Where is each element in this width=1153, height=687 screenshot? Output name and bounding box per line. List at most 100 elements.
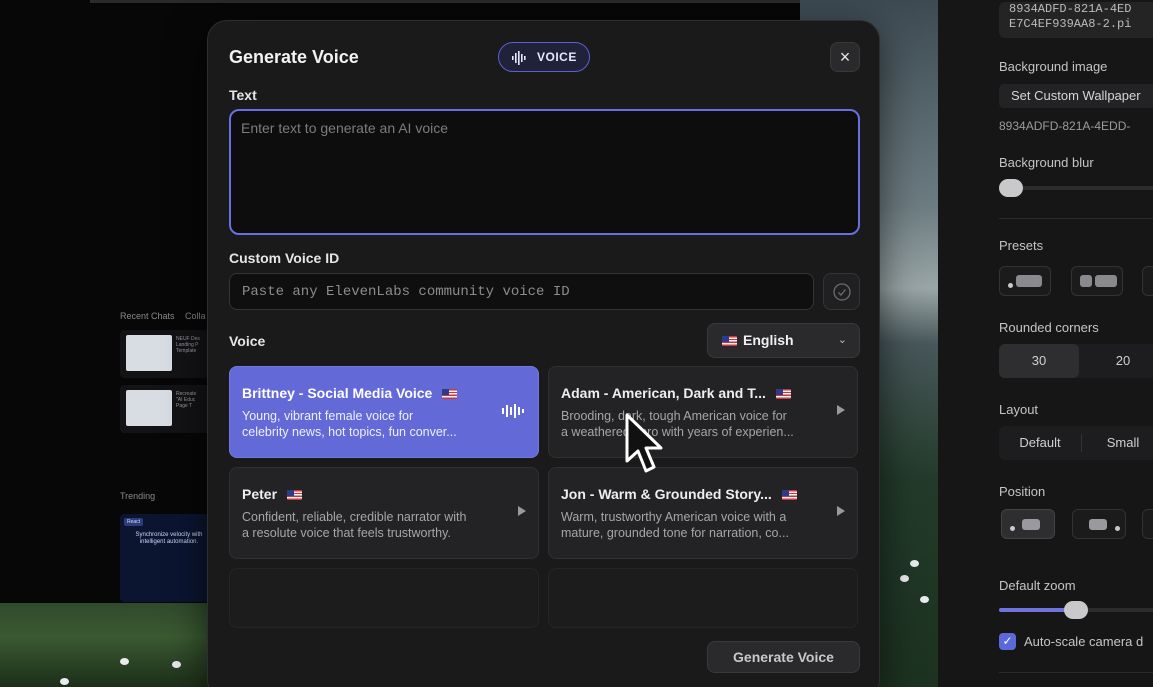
layout-control: Default Small: [999, 426, 1153, 460]
voice-name: Brittney - Social Media Voice: [242, 385, 463, 401]
voice-card-placeholder: [229, 568, 539, 628]
recent-chat-item[interactable]: NEUF Des Landing P Template: [120, 330, 220, 378]
preset-option[interactable]: [1142, 266, 1153, 296]
divider: [999, 672, 1153, 673]
position-bottom-right[interactable]: [1142, 509, 1153, 539]
file-path: 8934ADFD-821A-4ED E7C4EF939AA8-2.pi: [999, 2, 1153, 38]
us-flag-icon: [722, 336, 737, 347]
trend-badge: React: [124, 518, 144, 526]
voice-description: Brooding, dark, tough American voice for…: [561, 409, 794, 439]
flower-decoration: [920, 596, 929, 603]
flower-decoration: [60, 678, 69, 685]
voice-card-jon[interactable]: Jon - Warm & Grounded Story... Warm, tru…: [548, 467, 858, 559]
settings-sidebar: 8934ADFD-821A-4ED E7C4EF939AA8-2.pi Back…: [938, 0, 1153, 687]
file-path-line-2: E7C4EF939AA8-2.pi: [1009, 17, 1132, 31]
layout-label: Layout: [999, 402, 1039, 417]
trending-label: Trending: [120, 491, 156, 501]
us-flag-icon: [781, 490, 797, 501]
chat-thumbnail: [126, 390, 172, 426]
trending-card[interactable]: React Synchronize velocity with intellig…: [120, 514, 210, 602]
play-icon[interactable]: [837, 405, 845, 415]
voice-card-peter[interactable]: Peter Confident, reliable, credible narr…: [229, 467, 539, 559]
file-path-line-1: 8934ADFD-821A-4ED: [1009, 2, 1132, 16]
rounded-corners-control: 30 20: [999, 344, 1153, 378]
preset-bar: [1080, 275, 1092, 287]
voice-card-adam[interactable]: Adam - American, Dark and T... Brooding,…: [548, 366, 858, 458]
mouse-cursor-icon: [625, 413, 663, 473]
play-icon[interactable]: [837, 506, 845, 516]
chat-title: NEUF Des Landing P Template: [176, 336, 200, 354]
auto-scale-label: Auto-scale camera d: [1024, 634, 1144, 649]
rounded-corners-label: Rounded corners: [999, 320, 1099, 335]
background-blur-label: Background blur: [999, 155, 1094, 170]
voice-description: Young, vibrant female voice for celebrit…: [242, 409, 457, 439]
position-bottom-center[interactable]: [1072, 509, 1126, 539]
voice-badge-label: VOICE: [537, 50, 577, 64]
voice-badge: VOICE: [498, 42, 590, 72]
check-circle-icon: [833, 283, 851, 301]
trend-text: Synchronize velocity with intelligent au…: [135, 532, 203, 545]
language-select[interactable]: English ⌄: [707, 323, 860, 358]
voice-name: Adam - American, Dark and T...: [561, 385, 797, 401]
us-flag-icon: [775, 389, 791, 400]
background-topbar: [90, 0, 810, 3]
voice-description: Confident, reliable, credible narrator w…: [242, 510, 467, 540]
preset-bar: [1016, 275, 1042, 287]
presets-label: Presets: [999, 238, 1044, 253]
text-label: Text: [229, 87, 257, 103]
flower-decoration: [910, 560, 919, 567]
custom-voice-id-label: Custom Voice ID: [229, 250, 340, 266]
position-dot: [1115, 526, 1120, 531]
default-zoom-label: Default zoom: [999, 578, 1076, 593]
divider: [999, 218, 1153, 219]
flower-decoration: [172, 661, 181, 668]
preset-option[interactable]: [999, 266, 1051, 296]
voice-description: Warm, trustworthy American voice with a …: [561, 510, 789, 540]
custom-voice-id-input[interactable]: [229, 273, 814, 310]
position-label: Position: [999, 484, 1046, 499]
background-image-label: Background image: [999, 59, 1108, 74]
blur-slider-thumb[interactable]: [999, 179, 1023, 197]
waveform-icon: [512, 51, 526, 65]
playing-waveform-icon: [502, 404, 524, 418]
close-icon: ×: [839, 47, 851, 67]
wallpaper-id: 8934ADFD-821A-4EDD-: [999, 119, 1131, 133]
position-block: [1022, 519, 1040, 530]
position-dot: [1010, 526, 1015, 531]
preset-dot: [1008, 283, 1013, 288]
generate-voice-button[interactable]: Generate Voice: [707, 641, 860, 673]
layout-option-default[interactable]: Default: [999, 426, 1081, 460]
flower-decoration: [120, 658, 129, 665]
voice-card-placeholder: [548, 568, 858, 628]
auto-scale-checkbox[interactable]: ✓: [999, 633, 1016, 650]
wallpaper-scenery-bottom: [0, 603, 210, 687]
text-input[interactable]: [229, 109, 860, 235]
close-button[interactable]: ×: [830, 42, 860, 72]
screen: Recent Chats Colla NEUF Des Landing P Te…: [0, 0, 1153, 687]
generate-voice-modal: Generate Voice VOICE × Text Custom Voice…: [207, 20, 880, 687]
us-flag-icon: [286, 490, 302, 501]
zoom-slider-thumb[interactable]: [1064, 601, 1088, 619]
confirm-voice-id-button[interactable]: [823, 273, 860, 310]
position-bottom-left[interactable]: [1001, 509, 1055, 539]
layout-option-small[interactable]: Small: [1083, 426, 1153, 460]
chat-thumbnail: [126, 335, 172, 371]
voice-card-brittney[interactable]: Brittney - Social Media Voice Young, vib…: [229, 366, 539, 458]
collab-tab[interactable]: Colla: [185, 311, 206, 321]
chevron-down-icon: ⌄: [837, 334, 847, 346]
preset-option[interactable]: [1071, 266, 1123, 296]
preset-bar: [1095, 275, 1117, 287]
recent-chats-panel: Recent Chats Colla NEUF Des Landing P Te…: [112, 300, 220, 602]
rounded-option-20[interactable]: 20: [1083, 344, 1153, 378]
recent-chat-item[interactable]: Recreate "AI Educ Page T: [120, 385, 220, 433]
position-block: [1089, 519, 1107, 530]
play-icon[interactable]: [518, 506, 526, 516]
voice-label: Voice: [229, 333, 266, 349]
language-value: English: [743, 332, 794, 348]
chat-title: Recreate "AI Educ Page T: [176, 391, 197, 409]
rounded-option-30[interactable]: 30: [999, 344, 1079, 378]
recent-chats-label: Recent Chats: [120, 311, 175, 321]
modal-title: Generate Voice: [229, 47, 359, 67]
set-wallpaper-button[interactable]: Set Custom Wallpaper: [999, 84, 1153, 108]
flower-decoration: [900, 575, 909, 582]
